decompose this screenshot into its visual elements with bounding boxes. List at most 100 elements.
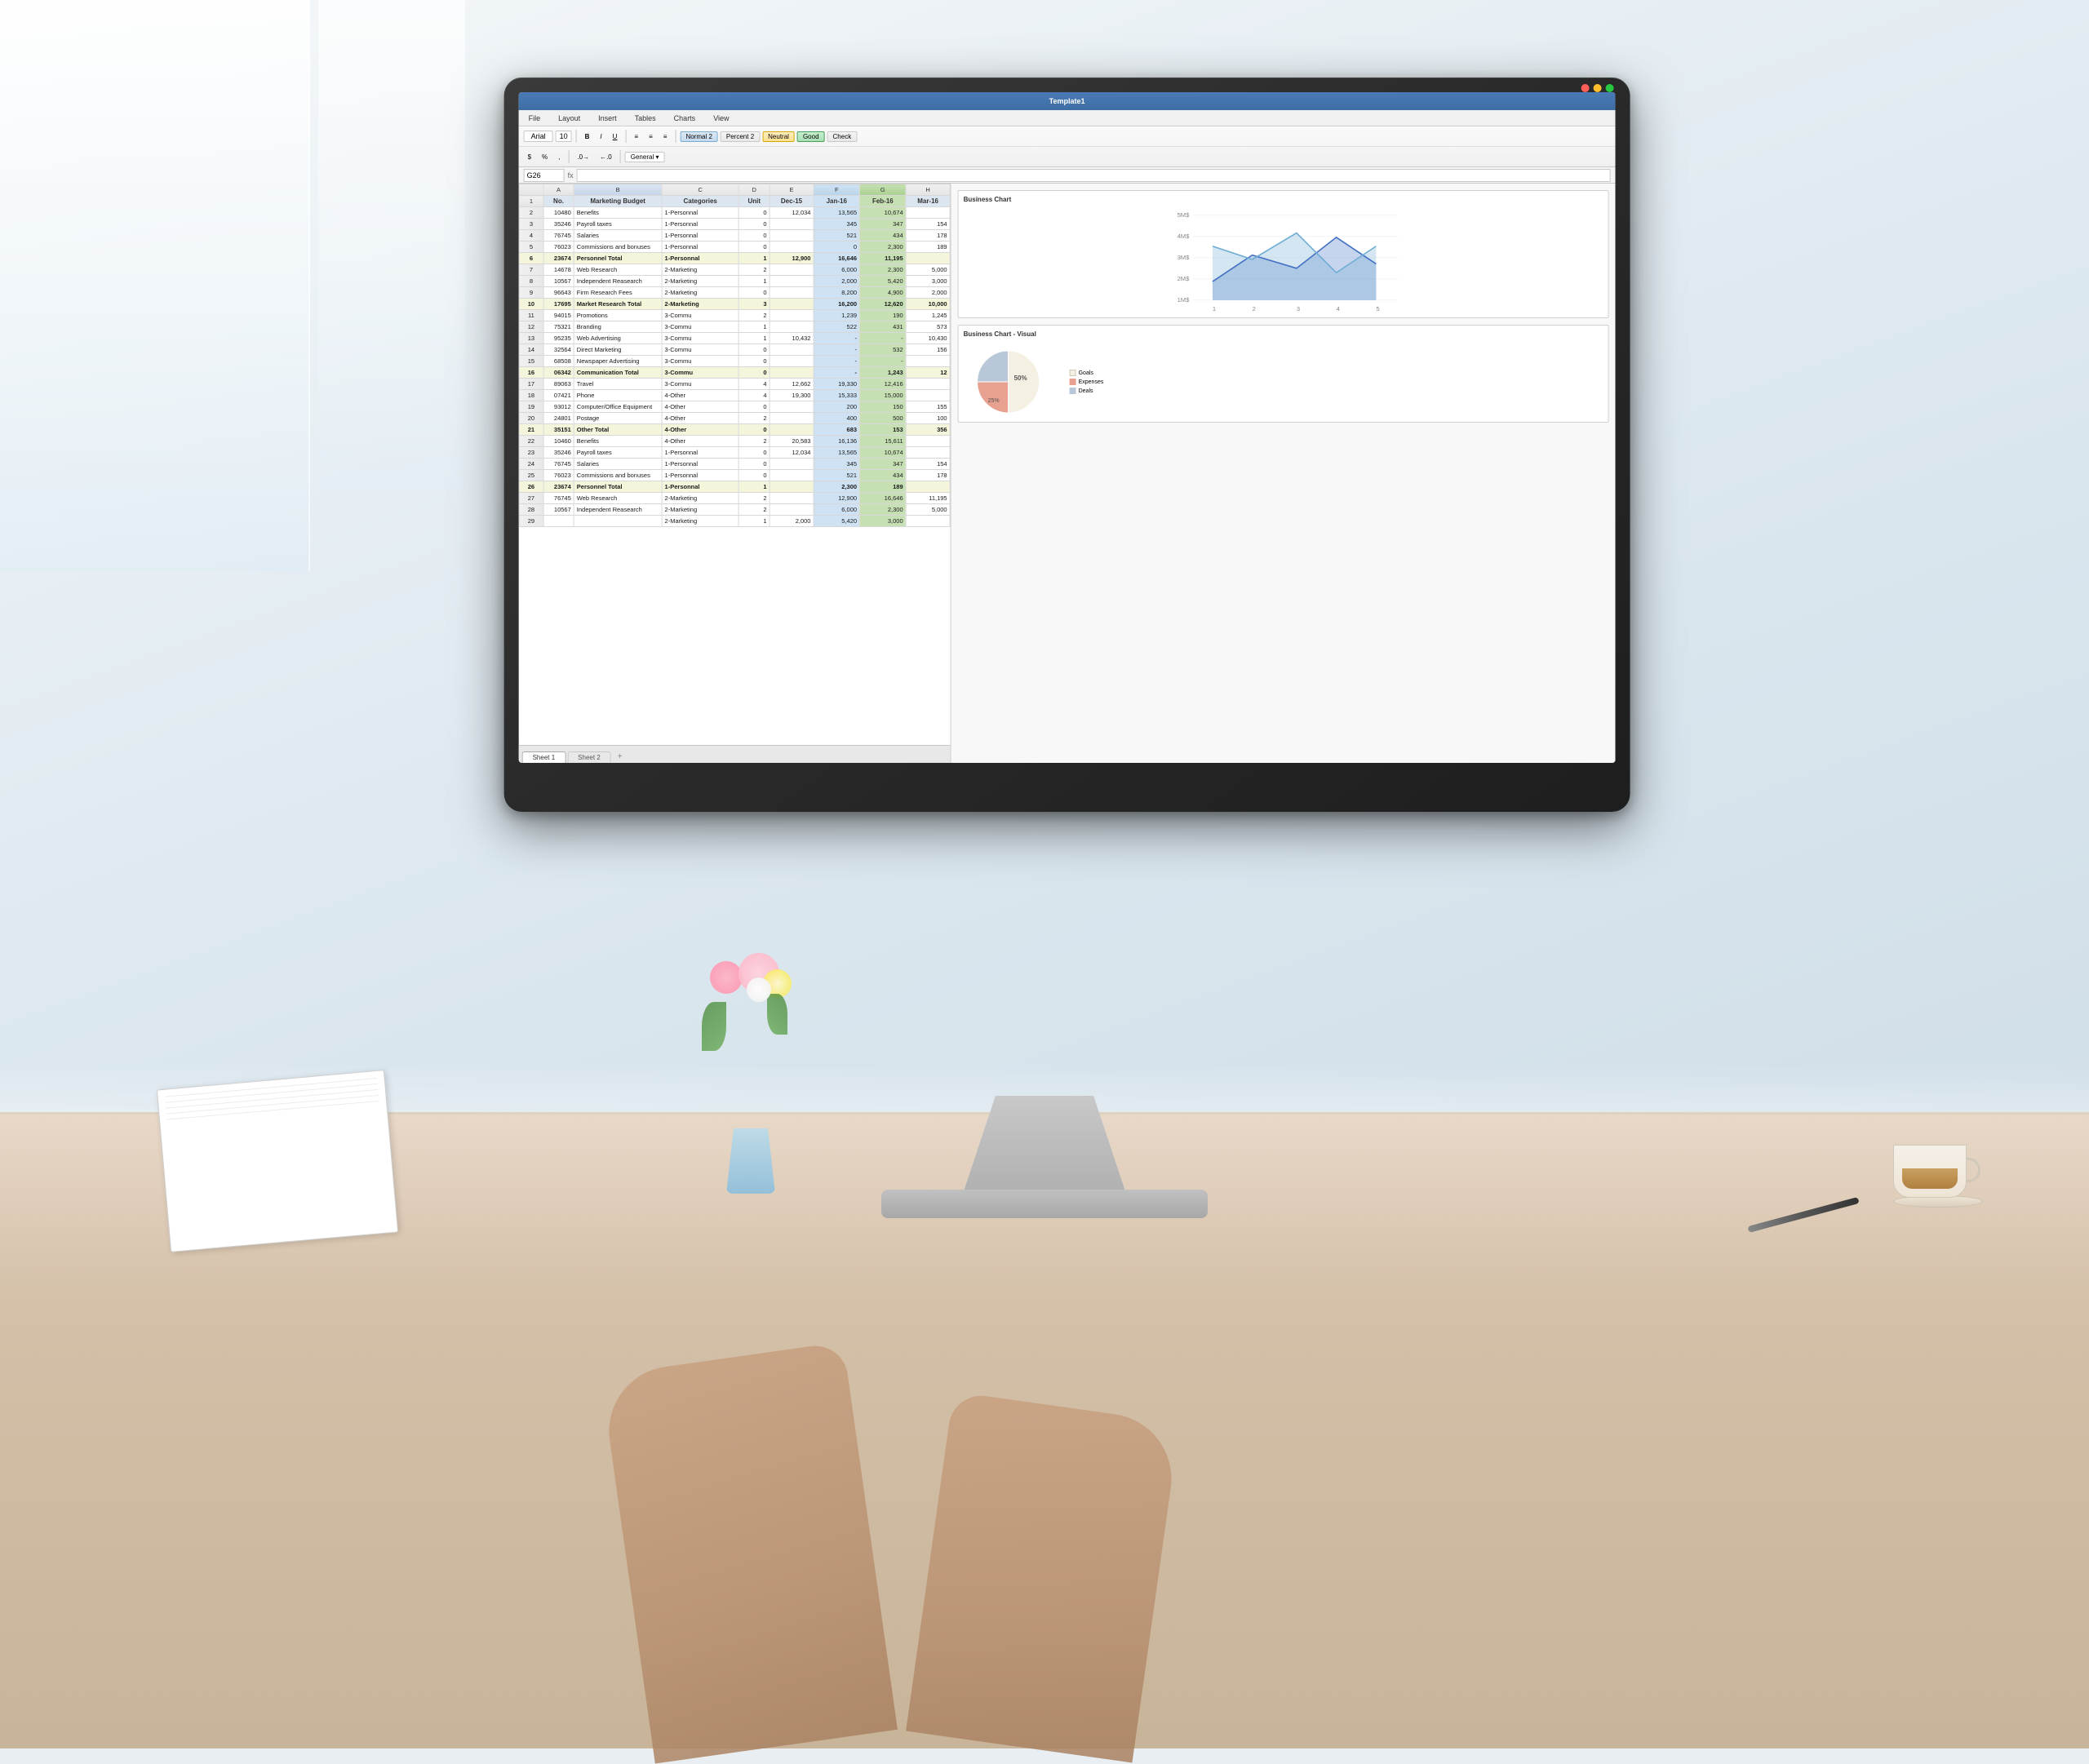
- table-row[interactable]: 1807421Phone4-Other419,30015,33315,000: [519, 390, 950, 401]
- table-cell[interactable]: 345: [814, 459, 860, 470]
- table-row[interactable]: 2810567Independent Reasearch2-Marketing2…: [519, 504, 950, 516]
- table-cell[interactable]: 10567: [543, 504, 574, 516]
- table-row[interactable]: 210480Benefits1-Personnal012,03413,56510…: [519, 207, 950, 219]
- table-cell[interactable]: 5: [519, 242, 543, 253]
- table-cell[interactable]: 1-Personnal: [662, 481, 738, 493]
- table-cell[interactable]: 0: [738, 242, 770, 253]
- table-cell[interactable]: 12: [519, 321, 543, 333]
- style-neutral-btn[interactable]: Neutral: [762, 131, 795, 142]
- table-cell[interactable]: [770, 367, 814, 379]
- table-cell[interactable]: 573: [906, 321, 950, 333]
- bold-btn[interactable]: B: [581, 131, 594, 142]
- table-cell[interactable]: 12,034: [770, 447, 814, 459]
- table-cell[interactable]: 2,000: [814, 276, 860, 287]
- align-right-btn[interactable]: ≡: [659, 131, 672, 142]
- table-cell[interactable]: 15: [519, 356, 543, 367]
- table-cell[interactable]: Web Research: [574, 493, 662, 504]
- table-cell[interactable]: [574, 516, 662, 527]
- table-cell[interactable]: 2,300: [860, 264, 907, 276]
- table-cell[interactable]: Personnel Total: [574, 481, 662, 493]
- table-cell[interactable]: 3,000: [906, 276, 950, 287]
- table-cell[interactable]: 2: [519, 207, 543, 219]
- table-row[interactable]: 714678Web Research2-Marketing26,0002,300…: [519, 264, 950, 276]
- table-cell[interactable]: 11,195: [860, 253, 907, 264]
- table-cell[interactable]: 4-Other: [662, 401, 738, 413]
- table-cell[interactable]: 100: [906, 413, 950, 424]
- table-cell[interactable]: 25: [519, 470, 543, 481]
- table-cell[interactable]: 0: [738, 344, 770, 356]
- table-row[interactable]: 1993012Computer/Office Equipment4-Other0…: [519, 401, 950, 413]
- table-cell[interactable]: 4: [738, 379, 770, 390]
- table-row[interactable]: 2024801Postage4-Other2400500100: [519, 413, 950, 424]
- table-cell[interactable]: 2: [738, 493, 770, 504]
- table-cell[interactable]: [906, 379, 950, 390]
- style-percent2-btn[interactable]: Percent 2: [721, 131, 760, 142]
- table-cell[interactable]: 522: [814, 321, 860, 333]
- table-cell[interactable]: 2-Marketing: [662, 504, 738, 516]
- table-cell[interactable]: 76023: [543, 242, 574, 253]
- menu-view[interactable]: View: [710, 113, 732, 124]
- table-cell[interactable]: Direct Marketing: [574, 344, 662, 356]
- table-cell[interactable]: 12,900: [770, 253, 814, 264]
- table-row[interactable]: 1789063Travel3-Commu412,66219,33012,416: [519, 379, 950, 390]
- table-cell[interactable]: 07421: [543, 390, 574, 401]
- table-cell[interactable]: 89063: [543, 379, 574, 390]
- table-cell[interactable]: 13,565: [814, 447, 860, 459]
- table-row[interactable]: 2476745Salaries1-Personnal0345347154: [519, 459, 950, 470]
- table-cell[interactable]: 17695: [543, 299, 574, 310]
- decrease-decimal-btn[interactable]: ←.0: [596, 152, 616, 162]
- table-cell[interactable]: 1-Personnal: [662, 447, 738, 459]
- table-cell[interactable]: 356: [906, 424, 950, 436]
- table-row[interactable]: 1395235Web Advertising3-Commu110,432--10…: [519, 333, 950, 344]
- table-cell[interactable]: 154: [906, 459, 950, 470]
- table-cell[interactable]: 3-Commu: [662, 344, 738, 356]
- table-cell[interactable]: 2,300: [814, 481, 860, 493]
- table-cell[interactable]: 0: [738, 219, 770, 230]
- menu-tables[interactable]: Tables: [632, 113, 659, 124]
- table-cell[interactable]: [543, 516, 574, 527]
- table-cell[interactable]: 12,662: [770, 379, 814, 390]
- table-cell[interactable]: Independent Reasearch: [574, 276, 662, 287]
- table-cell[interactable]: -: [814, 344, 860, 356]
- table-cell[interactable]: 10567: [543, 276, 574, 287]
- table-cell[interactable]: 3-Commu: [662, 333, 738, 344]
- table-row[interactable]: 1568508Newspaper Advertising3-Commu0--: [519, 356, 950, 367]
- table-cell[interactable]: 1-Personnal: [662, 219, 738, 230]
- table-cell[interactable]: 76745: [543, 230, 574, 242]
- table-cell[interactable]: Personnel Total: [574, 253, 662, 264]
- table-cell[interactable]: 16,200: [814, 299, 860, 310]
- table-cell[interactable]: -: [860, 333, 907, 344]
- table-cell[interactable]: 19,330: [814, 379, 860, 390]
- table-cell[interactable]: 434: [860, 230, 907, 242]
- table-cell[interactable]: 5,420: [860, 276, 907, 287]
- table-cell[interactable]: 0: [738, 401, 770, 413]
- table-cell[interactable]: 27: [519, 493, 543, 504]
- table-cell[interactable]: 35151: [543, 424, 574, 436]
- table-cell[interactable]: 18: [519, 390, 543, 401]
- table-cell[interactable]: 2,300: [860, 504, 907, 516]
- table-cell[interactable]: [770, 219, 814, 230]
- table-cell[interactable]: 13: [519, 333, 543, 344]
- table-cell[interactable]: 95235: [543, 333, 574, 344]
- table-cell[interactable]: 21: [519, 424, 543, 436]
- maximize-window-dot[interactable]: [1606, 84, 1614, 92]
- table-cell[interactable]: 1: [738, 516, 770, 527]
- table-cell[interactable]: 26: [519, 481, 543, 493]
- style-check-btn[interactable]: Check: [827, 131, 858, 142]
- table-cell[interactable]: 434: [860, 470, 907, 481]
- table-cell[interactable]: 3-Commu: [662, 379, 738, 390]
- table-cell[interactable]: 154: [906, 219, 950, 230]
- table-cell[interactable]: 12,034: [770, 207, 814, 219]
- table-cell[interactable]: [906, 390, 950, 401]
- table-cell[interactable]: 5,000: [906, 504, 950, 516]
- table-cell[interactable]: 400: [814, 413, 860, 424]
- table-cell[interactable]: Computer/Office Equipment: [574, 401, 662, 413]
- table-cell[interactable]: 23: [519, 447, 543, 459]
- table-cell[interactable]: [770, 287, 814, 299]
- table-cell[interactable]: [770, 470, 814, 481]
- table-row[interactable]: 2776745Web Research2-Marketing212,90016,…: [519, 493, 950, 504]
- table-cell[interactable]: 20: [519, 413, 543, 424]
- table-cell[interactable]: [770, 299, 814, 310]
- table-cell[interactable]: 68508: [543, 356, 574, 367]
- table-cell[interactable]: 15,611: [860, 436, 907, 447]
